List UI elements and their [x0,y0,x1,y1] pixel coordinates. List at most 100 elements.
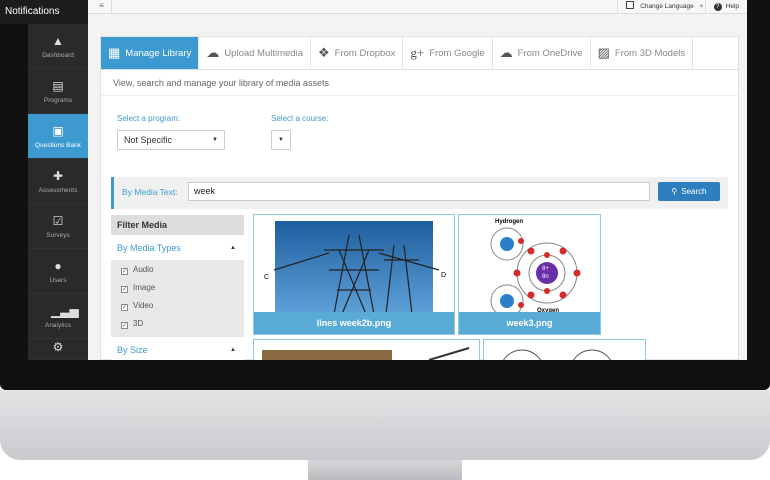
nucleus-neutron-label: 8n [542,274,549,280]
media-card[interactable]: C D lines week2b.png [253,214,455,335]
sidebar-item-dashboard[interactable]: ▲ Dashboard [28,24,88,69]
media-caption: week3.png [459,312,600,334]
tab-from-3d-models[interactable]: ▨ From 3D Models [591,37,694,69]
checkbox-checked-icon[interactable]: ✓ [121,322,128,329]
media-card[interactable] [483,339,646,360]
top-bar: ≡ Change Language ▾ ? Help [88,0,747,14]
image-icon: ▦ [108,45,121,60]
partial-media-image [502,349,612,360]
cloud-upload-icon: ☁ [206,45,220,60]
help-button[interactable]: ? Help [704,0,747,13]
size-label: By Size [117,345,148,355]
tab-label: From Google [429,47,485,59]
tab-upload-multimedia[interactable]: ☁ Upload Multimedia [199,37,311,69]
monitor-stand [308,460,462,480]
tab-bar: ▦ Manage Library ☁ Upload Multimedia ❖ From… [101,37,738,70]
sidebar-item-assessments[interactable]: ✚ Assessments [28,159,88,204]
atom-diagram-image: Hydrogen 8+ 8n Oxygen [490,219,581,314]
program-label: Select a program: [117,114,181,123]
cloud-icon: ☁ [499,45,513,60]
app-screen: ≡ Change Language ▾ ? Help ▦ Manage Library… [88,0,747,360]
sidebar-item-analytics[interactable]: ▁▃▅ Analytics [28,294,88,339]
caret-up-icon: ▲ [230,245,236,251]
filter-option-label: Audio [133,265,154,274]
media-card[interactable]: Hydrogen 8+ 8n Oxygen week3.png [458,214,601,335]
dropbox-icon: ❖ [318,45,330,60]
tab-from-dropbox[interactable]: ❖ From Dropbox [311,37,404,69]
filter-media-title: Filter Media [111,215,244,235]
hydrogen-label: Hydrogen [495,219,523,225]
filter-option-video[interactable]: ✓ Video [111,297,244,315]
sidebar-item-label: Programs [43,96,73,104]
home-icon: ▲ [52,33,64,48]
sidebar-item-label: Users [49,276,67,284]
monitor-chin [0,390,770,460]
sidebar-item-settings[interactable]: ⚙ [28,339,88,359]
main-area: ≡ Change Language ▾ ? Help ▦ Manage Library… [88,0,747,360]
caret-down-icon: ▼ [278,137,284,143]
caret-down-icon: ▼ [212,137,218,143]
tab-manage-library[interactable]: ▦ Manage Library [101,37,200,69]
filter-option-image[interactable]: ✓ Image [111,279,244,297]
media-card[interactable]: B [253,339,480,360]
tab-from-google[interactable]: g+ From Google [403,37,493,69]
bar-chart-icon: ▁▃▅ [51,303,79,318]
help-label: Help [725,3,739,10]
tab-label: From OneDrive [517,47,583,59]
search-label: By Media Text: [122,187,178,197]
sidebar-item-label: Questions Bank [35,141,81,149]
tab-label: From 3D Models [614,47,686,59]
checkbox-checked-icon[interactable]: ✓ [121,304,128,311]
checkbox-icon: ☑ [52,213,64,228]
sidebar-item-label: Surveys [46,231,70,239]
filter-option-label: Video [133,301,154,310]
notifications-label[interactable]: Notifications [0,0,88,24]
course-select[interactable]: ▼ [271,130,291,150]
sidebar-item-label: Analytics [44,321,71,329]
search-button-label: Search [681,187,707,196]
partial-media-image: B [262,347,470,360]
puzzle-icon: ✚ [52,168,64,183]
search-button[interactable]: ⚲ Search [658,182,720,201]
tab-label: Manage Library [125,47,192,59]
tab-from-onedrive[interactable]: ☁ From OneDrive [493,37,591,69]
media-types-toggle[interactable]: By Media Types ▲ [111,235,244,261]
menu-toggle-button[interactable]: ≡ [92,0,112,13]
label-c: C [264,274,269,281]
chevron-down-icon: ▾ [699,3,703,10]
sidebar: ▲ Dashboard ▤ Programs ▣ Questions Bank … [28,24,88,360]
help-icon: ? [713,3,722,11]
filter-option-audio[interactable]: ✓ Audio [111,261,244,279]
filter-option-label: Image [133,283,156,292]
google-plus-icon: g+ [410,45,425,60]
checkbox-checked-icon[interactable]: ✓ [121,286,128,293]
filter-media-panel: Filter Media By Media Types ▲ ✓ Audio ✓ Ima… [111,215,244,360]
sidebar-item-users[interactable]: ● Users [28,249,88,294]
search-bar: By Media Text: week ⚲ Search [111,177,728,209]
search-icon: ⚲ [671,187,678,196]
sidebar-item-surveys[interactable]: ☑ Surveys [28,204,88,249]
book-icon: ▤ [52,78,64,93]
size-toggle[interactable]: By Size ▲ [111,337,244,360]
filter-row: Select a program: Not Specific ▼ Select a… [101,96,738,166]
inbox-icon: ▣ [52,123,64,138]
course-label: Select a course: [271,114,329,123]
label-d: D [441,272,446,279]
sidebar-item-label: Dashboard [42,51,74,59]
gear-icon: ⚙ [52,339,64,354]
checkbox-checked-icon[interactable]: ✓ [121,268,128,275]
media-library-panel: ▦ Manage Library ☁ Upload Multimedia ❖ From… [100,36,739,360]
media-caption: lines week2b.png [254,312,454,334]
program-select[interactable]: Not Specific ▼ [117,130,225,150]
filter-option-3d[interactable]: ✓ 3D [111,315,244,333]
change-language-dropdown[interactable]: Change Language ▾ [617,0,711,13]
caret-up-icon: ▲ [230,347,236,353]
program-select-value: Not Specific [124,135,173,145]
tab-label: From Dropbox [334,47,396,59]
users-icon: ● [54,258,62,273]
search-input[interactable]: week [188,182,650,201]
sidebar-item-questions-bank[interactable]: ▣ Questions Bank [28,114,88,159]
language-label: Change Language [640,3,694,10]
sidebar-item-programs[interactable]: ▤ Programs [28,69,88,114]
page-subtitle: View, search and manage your library of … [101,70,738,96]
